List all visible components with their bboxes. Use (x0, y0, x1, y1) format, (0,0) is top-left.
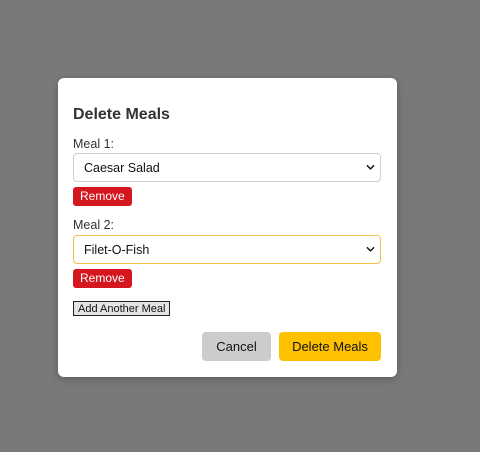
chevron-down-icon (366, 246, 375, 252)
meal-2-select[interactable]: Filet-O-Fish (73, 235, 381, 264)
delete-meals-button[interactable]: Delete Meals (279, 332, 381, 361)
meal-1-label: Meal 1: (73, 137, 114, 151)
dialog-title: Delete Meals (73, 106, 170, 123)
remove-meal-1-button[interactable]: Remove (73, 187, 132, 206)
remove-meal-2-button[interactable]: Remove (73, 269, 132, 288)
add-another-meal-button[interactable]: Add Another Meal (73, 301, 171, 316)
meal-2-selected-value: Filet-O-Fish (84, 242, 150, 257)
chevron-down-icon (366, 164, 375, 170)
cancel-button[interactable]: Cancel (202, 332, 271, 361)
meal-1-select[interactable]: Caesar Salad (73, 153, 381, 182)
meal-1-selected-value: Caesar Salad (84, 160, 160, 175)
delete-meals-dialog: Delete Meals Meal 1: Caesar Salad Remove… (58, 78, 397, 377)
meal-2-label: Meal 2: (73, 218, 114, 232)
